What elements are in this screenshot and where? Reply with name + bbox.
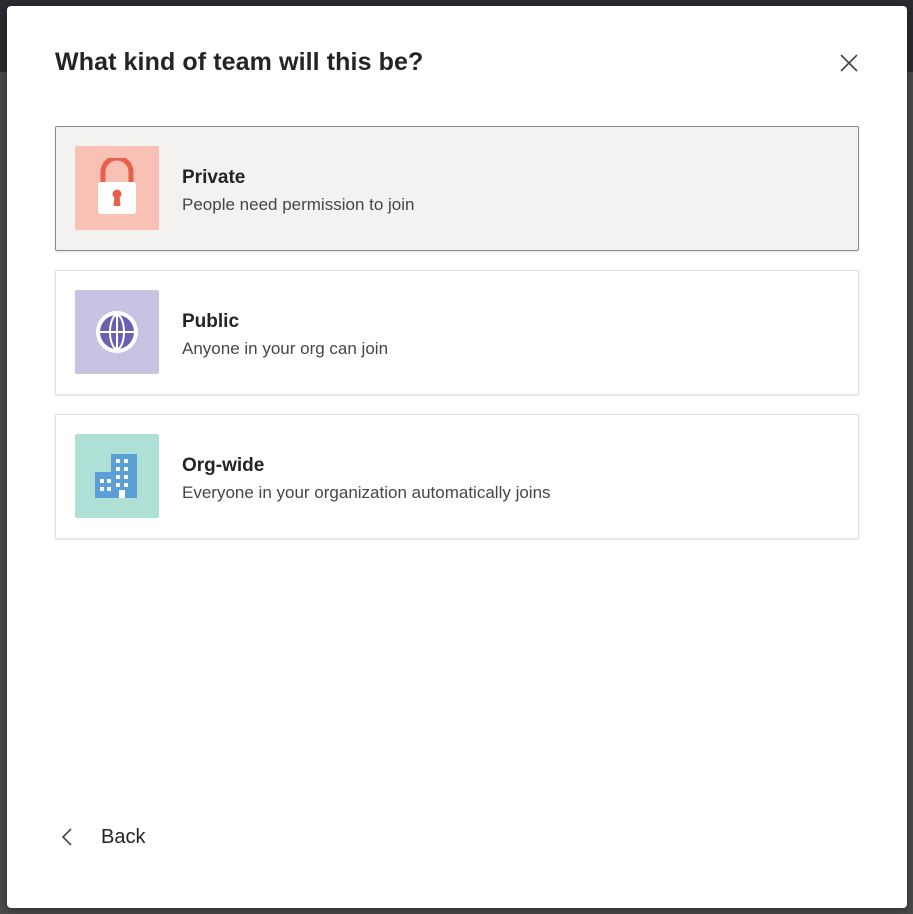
option-public[interactable]: Public Anyone in your org can join [55, 270, 859, 395]
team-type-options: Private People need permission to join P… [55, 126, 859, 558]
option-title: Org-wide [182, 455, 265, 476]
chevron-left-icon [61, 828, 72, 846]
dialog-title: What kind of team will this be? [55, 48, 424, 76]
lock-icon [98, 158, 136, 214]
building-icon [95, 454, 137, 498]
globe-icon [96, 311, 138, 353]
back-button[interactable]: Back [61, 822, 145, 852]
close-icon [840, 54, 858, 72]
team-type-dialog: What kind of team will this be? Private … [7, 6, 907, 908]
option-title: Private [182, 167, 246, 188]
option-private[interactable]: Private People need permission to join [55, 126, 859, 251]
option-org-wide[interactable]: Org-wide Everyone in your organization a… [55, 414, 859, 539]
option-description: People need permission to join [182, 195, 415, 214]
private-tile [75, 146, 159, 230]
public-tile [75, 290, 159, 374]
back-label: Back [101, 825, 146, 848]
org-wide-tile [75, 434, 159, 518]
option-description: Anyone in your org can join [182, 339, 389, 358]
close-button[interactable] [834, 48, 864, 78]
option-description: Everyone in your organization automatica… [182, 483, 551, 502]
option-title: Public [182, 311, 240, 332]
